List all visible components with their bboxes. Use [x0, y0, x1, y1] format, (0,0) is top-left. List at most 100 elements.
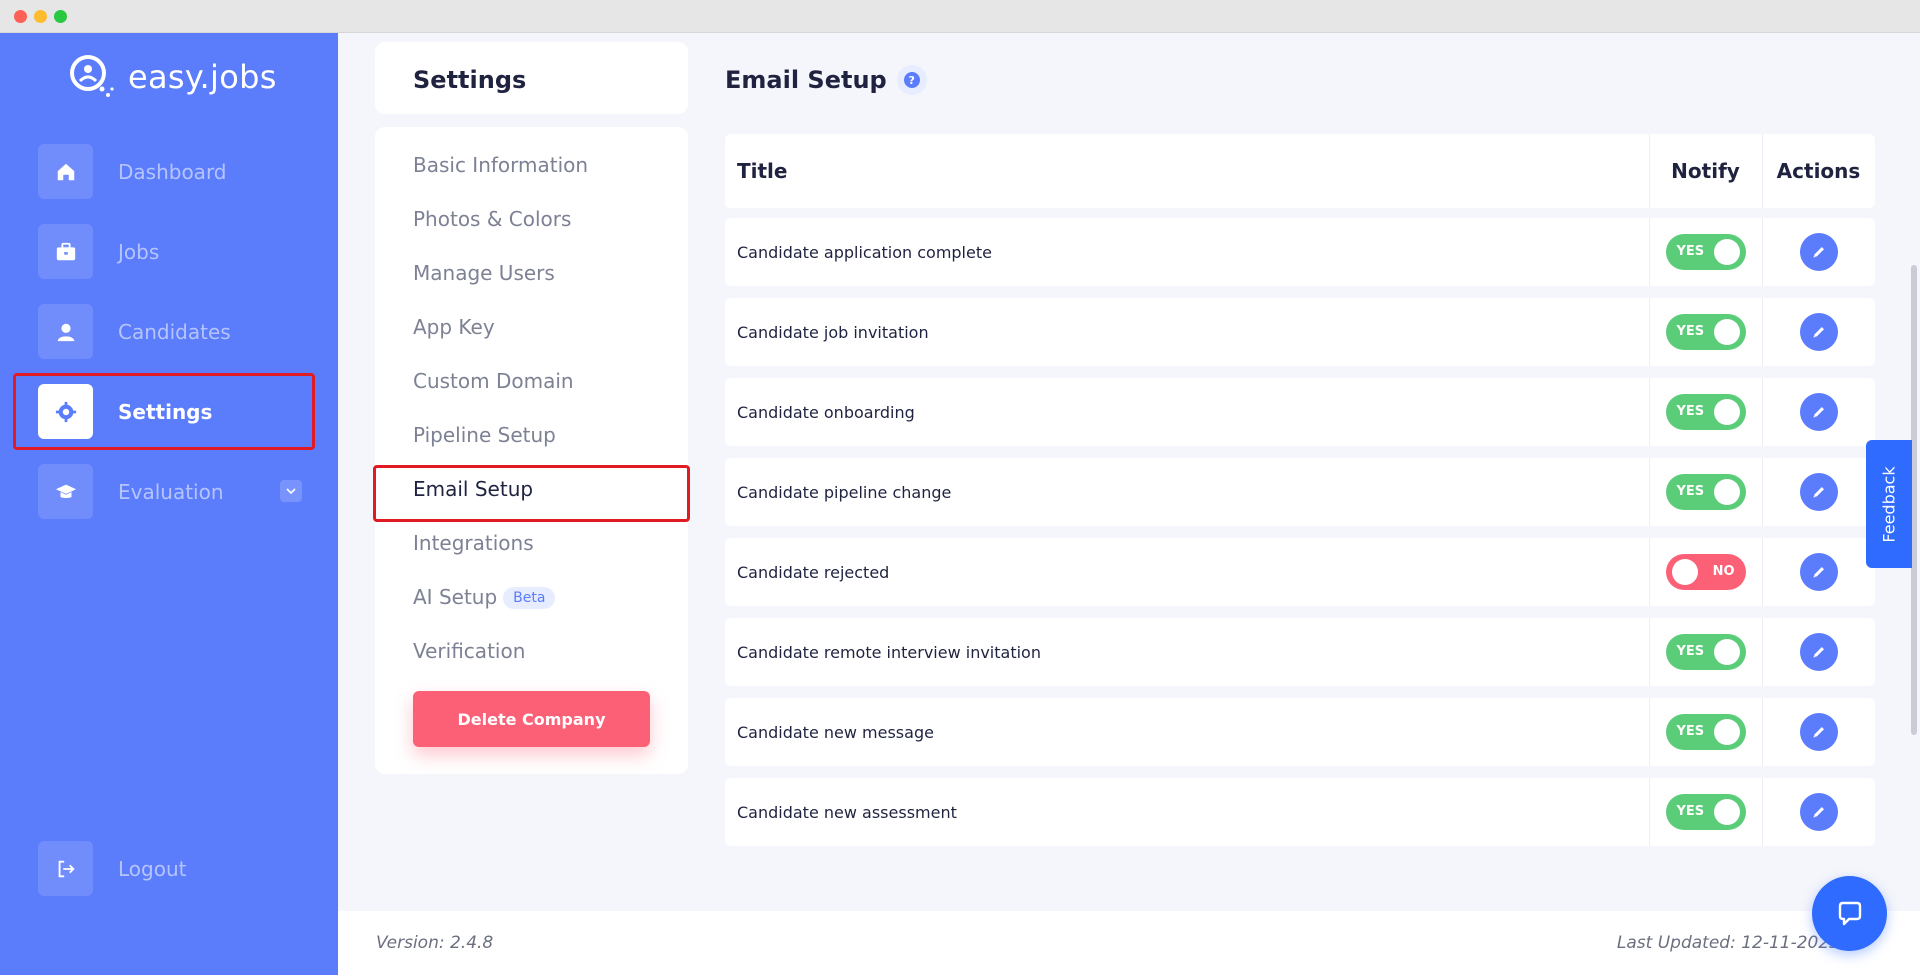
actions-cell	[1762, 378, 1875, 446]
settings-menu: Basic Information Photos & Colors Manage…	[375, 127, 688, 774]
settings-menu-ai-setup[interactable]: AI Setup Beta	[413, 585, 556, 609]
edit-button[interactable]	[1799, 713, 1838, 751]
notify-toggle-label: YES	[1676, 324, 1705, 339]
notify-toggle-label: YES	[1676, 244, 1705, 259]
table-header-row: Title Notify Actions	[725, 134, 1875, 208]
table-row: Candidate remote interview invitation YES	[725, 618, 1875, 686]
feedback-tab[interactable]: Feedback	[1866, 440, 1912, 568]
delete-company-button[interactable]: Delete Company	[413, 691, 650, 747]
edit-button[interactable]	[1799, 553, 1838, 591]
email-template-title: Candidate new assessment	[737, 802, 957, 822]
edit-button[interactable]	[1799, 313, 1838, 351]
sidebar-item-label: Jobs	[118, 239, 160, 264]
settings-menu-custom-domain[interactable]: Custom Domain	[413, 369, 574, 393]
chevron-down-icon[interactable]	[280, 480, 302, 502]
notify-toggle[interactable]: YES	[1665, 234, 1746, 270]
toggle-knob	[1713, 399, 1740, 425]
actions-cell	[1762, 538, 1875, 606]
email-template-title: Candidate new message	[737, 722, 934, 742]
notify-toggle-label: YES	[1676, 724, 1705, 739]
settings-menu-basic-information[interactable]: Basic Information	[413, 153, 588, 177]
edit-button[interactable]	[1799, 633, 1838, 671]
notify-toggle-label: YES	[1676, 484, 1705, 499]
toggle-knob	[1713, 799, 1740, 825]
toggle-knob	[1713, 479, 1740, 505]
table-row: Candidate new message YES	[725, 698, 1875, 766]
easyjobs-logo-icon	[66, 51, 118, 103]
window-close-button[interactable]	[14, 10, 27, 23]
notify-toggle[interactable]: YES	[1665, 794, 1746, 830]
settings-menu-pipeline-setup[interactable]: Pipeline Setup	[413, 423, 556, 447]
app-window: easy.jobs Dashboard Jobs Candidates Sett	[0, 33, 1920, 975]
edit-button[interactable]	[1799, 393, 1838, 431]
notify-toggle-label: YES	[1676, 644, 1705, 659]
window-maximize-button[interactable]	[54, 10, 67, 23]
email-template-title: Candidate job invitation	[737, 322, 929, 342]
edit-button[interactable]	[1799, 233, 1838, 271]
email-template-title: Candidate application complete	[737, 242, 992, 262]
toggle-knob	[1713, 719, 1740, 745]
actions-cell	[1762, 698, 1875, 766]
table-row: Candidate job invitation YES	[725, 298, 1875, 366]
edit-button[interactable]	[1799, 473, 1838, 511]
table-row: Candidate pipeline change YES	[725, 458, 1875, 526]
settings-highlight-box	[13, 373, 315, 450]
notify-toggle[interactable]: YES	[1665, 474, 1746, 510]
home-icon	[38, 144, 93, 199]
notify-toggle[interactable]: YES	[1665, 714, 1746, 750]
toggle-knob	[1671, 559, 1698, 585]
brand-logo[interactable]: easy.jobs	[66, 51, 277, 103]
email-template-title: Candidate rejected	[737, 562, 890, 582]
settings-menu-verification[interactable]: Verification	[413, 639, 525, 663]
last-updated-text: Last Updated: 12-11-2023	[1616, 933, 1840, 953]
settings-menu-integrations[interactable]: Integrations	[413, 531, 534, 555]
notify-cell: YES	[1649, 298, 1762, 366]
notify-toggle[interactable]: YES	[1665, 394, 1746, 430]
notify-cell: YES	[1649, 458, 1762, 526]
sidebar-item-candidates[interactable]: Candidates	[38, 304, 308, 359]
notify-toggle[interactable]: YES	[1665, 634, 1746, 670]
sidebar-item-label: Dashboard	[118, 159, 227, 184]
sidebar-item-jobs[interactable]: Jobs	[38, 224, 308, 279]
notify-toggle[interactable]: NO	[1665, 554, 1746, 590]
pencil-icon	[1813, 327, 1824, 338]
actions-cell	[1762, 298, 1875, 366]
pencil-icon	[1813, 567, 1824, 578]
notify-toggle-label: YES	[1676, 404, 1705, 419]
table-row: Candidate application complete YES	[725, 218, 1875, 286]
briefcase-icon	[38, 224, 93, 279]
table-row: Candidate onboarding YES	[725, 378, 1875, 446]
settings-menu-label: AI Setup	[413, 585, 498, 609]
actions-cell	[1762, 218, 1875, 286]
footer: Version: 2.4.8 Last Updated: 12-11-2023	[338, 911, 1920, 975]
sidebar-item-evaluation[interactable]: Evaluation	[38, 464, 308, 519]
logout-button[interactable]: Logout	[38, 841, 308, 896]
settings-menu-photos-colors[interactable]: Photos & Colors	[413, 207, 571, 231]
window-minimize-button[interactable]	[34, 10, 47, 23]
chat-bubble-icon	[1838, 901, 1861, 925]
version-text: Version: 2.4.8	[376, 933, 494, 953]
notify-cell: NO	[1649, 538, 1762, 606]
sidebar: easy.jobs Dashboard Jobs Candidates Sett	[0, 33, 338, 975]
settings-menu-app-key[interactable]: App Key	[413, 315, 495, 339]
notify-toggle-label: YES	[1676, 804, 1705, 819]
email-template-title: Candidate pipeline change	[737, 482, 952, 502]
edit-button[interactable]	[1799, 793, 1838, 831]
chat-support-button[interactable]	[1812, 876, 1887, 951]
notify-cell: YES	[1649, 218, 1762, 286]
notify-cell: YES	[1649, 698, 1762, 766]
sidebar-item-label: Evaluation	[118, 479, 224, 504]
graduation-cap-icon	[38, 464, 93, 519]
actions-cell	[1762, 778, 1875, 846]
logout-icon	[38, 841, 93, 896]
settings-menu-manage-users[interactable]: Manage Users	[413, 261, 555, 285]
question-circle-icon[interactable]: ?	[896, 65, 927, 95]
actions-cell	[1762, 618, 1875, 686]
page-title: Email Setup ?	[725, 65, 927, 95]
page-title-text: Email Setup	[725, 66, 887, 94]
notify-toggle[interactable]: YES	[1665, 314, 1746, 350]
notify-toggle-label: NO	[1712, 564, 1735, 579]
sidebar-item-dashboard[interactable]: Dashboard	[38, 144, 308, 199]
pencil-icon	[1813, 727, 1824, 738]
notify-cell: YES	[1649, 618, 1762, 686]
